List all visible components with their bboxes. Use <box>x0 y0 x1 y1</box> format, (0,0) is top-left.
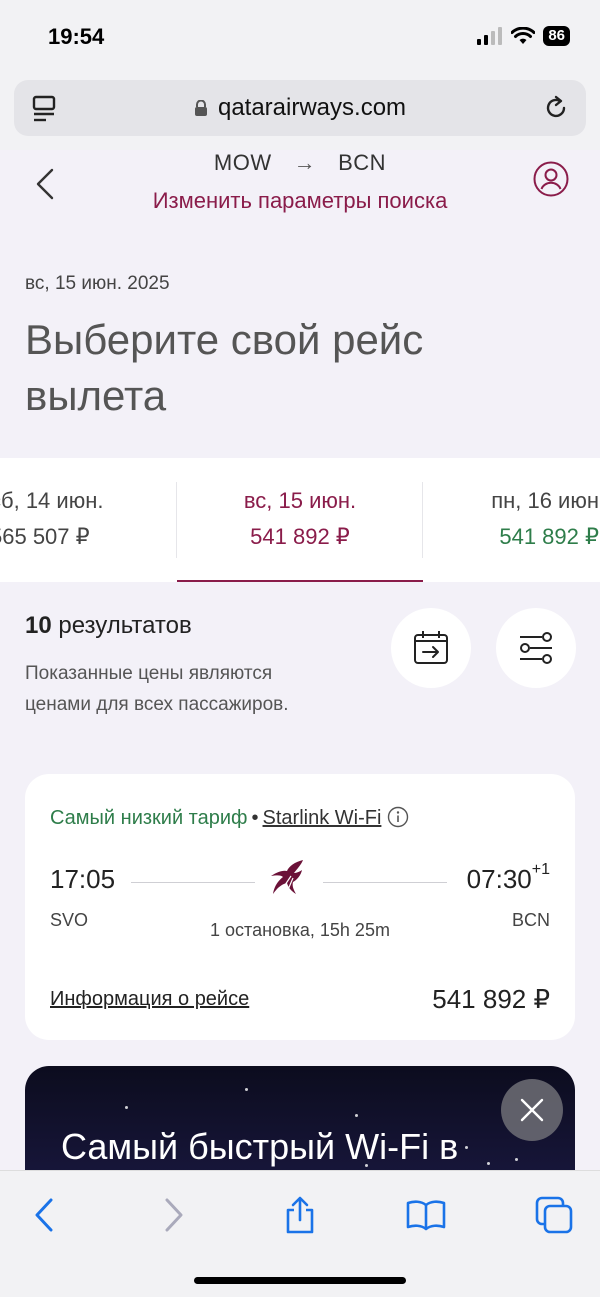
filter-icon <box>520 632 552 664</box>
share-icon <box>286 1196 314 1234</box>
selected-date-indicator <box>177 580 423 582</box>
battery-indicator: 86 <box>543 26 570 46</box>
close-icon <box>520 1098 544 1122</box>
route-line <box>323 882 447 883</box>
departure-date: вс, 15 июн. 2025 <box>25 273 170 294</box>
star <box>245 1088 248 1091</box>
route-arrow: → <box>293 150 317 175</box>
date-option-prev[interactable]: сб, 14 июн. 565 507 ₽ <box>0 483 170 563</box>
star <box>465 1146 468 1149</box>
oryx-logo-icon <box>271 860 303 894</box>
info-icon[interactable] <box>387 806 409 828</box>
date-option-next[interactable]: пн, 16 июн 541 892 ₽ <box>423 483 600 563</box>
book-icon <box>406 1200 446 1231</box>
share-button[interactable] <box>278 1193 322 1237</box>
browser-back-button[interactable] <box>22 1193 66 1237</box>
star <box>355 1114 358 1117</box>
date-option-price: 541 892 ₽ <box>250 524 350 549</box>
flight-card[interactable]: Самый низкий тариф • Starlink Wi-Fi 17:05 … <box>25 774 575 1040</box>
signal-icon <box>477 27 503 45</box>
arrival-airport: BCN <box>511 910 550 930</box>
status-icons: 86 <box>477 26 570 46</box>
flight-details-link[interactable]: Информация о рейсе <box>50 988 249 1011</box>
page-title: Выберите свой рейс вылета <box>25 316 424 419</box>
date-option-day: сб, 14 июн. <box>0 488 104 513</box>
reload-icon[interactable] <box>542 94 570 122</box>
price-note: Показанные цены являются ценами для всех… <box>25 663 289 715</box>
wifi-link[interactable]: Starlink Wi-Fi <box>263 807 382 829</box>
bookmarks-button[interactable] <box>404 1193 448 1237</box>
star <box>125 1106 128 1109</box>
flight-price: 541 892 ₽ <box>432 984 550 1014</box>
date-option-selected[interactable]: вс, 15 июн. 541 892 ₽ <box>177 483 423 563</box>
lock-icon <box>194 100 207 116</box>
filter-button[interactable] <box>496 608 576 688</box>
departure-time: 17:05 <box>50 864 116 894</box>
date-option-day: пн, 16 июн <box>491 488 599 513</box>
destination-code: BCN <box>338 150 387 175</box>
url-display[interactable]: qatarairways.com <box>14 94 586 122</box>
star <box>487 1162 490 1165</box>
calendar-arrow-icon <box>414 631 448 664</box>
arrival-time: 07:30+1 <box>466 861 550 895</box>
status-time: 19:54 <box>48 24 105 49</box>
origin-code: MOW <box>213 150 272 175</box>
app-header: MOW → BCN Изменить параметры поиска <box>0 150 600 230</box>
browser-top: qatarairways.com <box>0 72 600 150</box>
change-date-button[interactable] <box>391 608 471 688</box>
fare-tag: Самый низкий тариф <box>50 807 248 829</box>
tabs-overview-button[interactable] <box>532 1193 576 1237</box>
arrival-time-value: 07:30 <box>466 864 532 894</box>
date-option-price: 565 507 ₽ <box>0 524 90 549</box>
date-option-price: 541 892 ₽ <box>499 524 599 549</box>
chevron-right-icon <box>165 1198 183 1232</box>
results-label: результатов <box>58 612 192 639</box>
stops-duration: 1 остановка, 15h 25m <box>210 920 390 940</box>
user-icon[interactable] <box>532 160 570 198</box>
browser-toolbar <box>0 1170 600 1297</box>
tabs-overview-icon <box>535 1196 573 1234</box>
address-bar[interactable]: qatarairways.com <box>14 80 586 136</box>
date-carousel: сб, 14 июн. 565 507 ₽ вс, 15 июн. 541 89… <box>0 458 600 582</box>
route-line <box>131 882 255 883</box>
route: MOW → BCN <box>0 150 600 176</box>
date-option-day: вс, 15 июн. <box>243 488 357 513</box>
promo-text: Самый быстрый Wi-Fi в <box>61 1126 459 1167</box>
fare-line: Самый низкий тариф • Starlink Wi-Fi <box>50 806 409 830</box>
close-button[interactable] <box>501 1079 563 1141</box>
promo-banner[interactable]: Самый быстрый Wi-Fi в <box>25 1066 575 1176</box>
chevron-left-icon <box>35 1198 53 1232</box>
home-indicator <box>194 1277 406 1284</box>
url-text: qatarairways.com <box>217 94 407 121</box>
results-number: 10 <box>25 612 52 639</box>
browser-forward-button[interactable] <box>152 1193 196 1237</box>
wifi-icon <box>511 27 536 44</box>
modify-search-link[interactable]: Изменить параметры поиска <box>0 188 600 214</box>
fare-separator: • <box>251 807 259 829</box>
status-bar: 19:54 86 <box>0 0 600 72</box>
star <box>515 1158 518 1161</box>
results-count: 10 результатов <box>25 612 192 640</box>
day-offset: +1 <box>531 861 550 879</box>
